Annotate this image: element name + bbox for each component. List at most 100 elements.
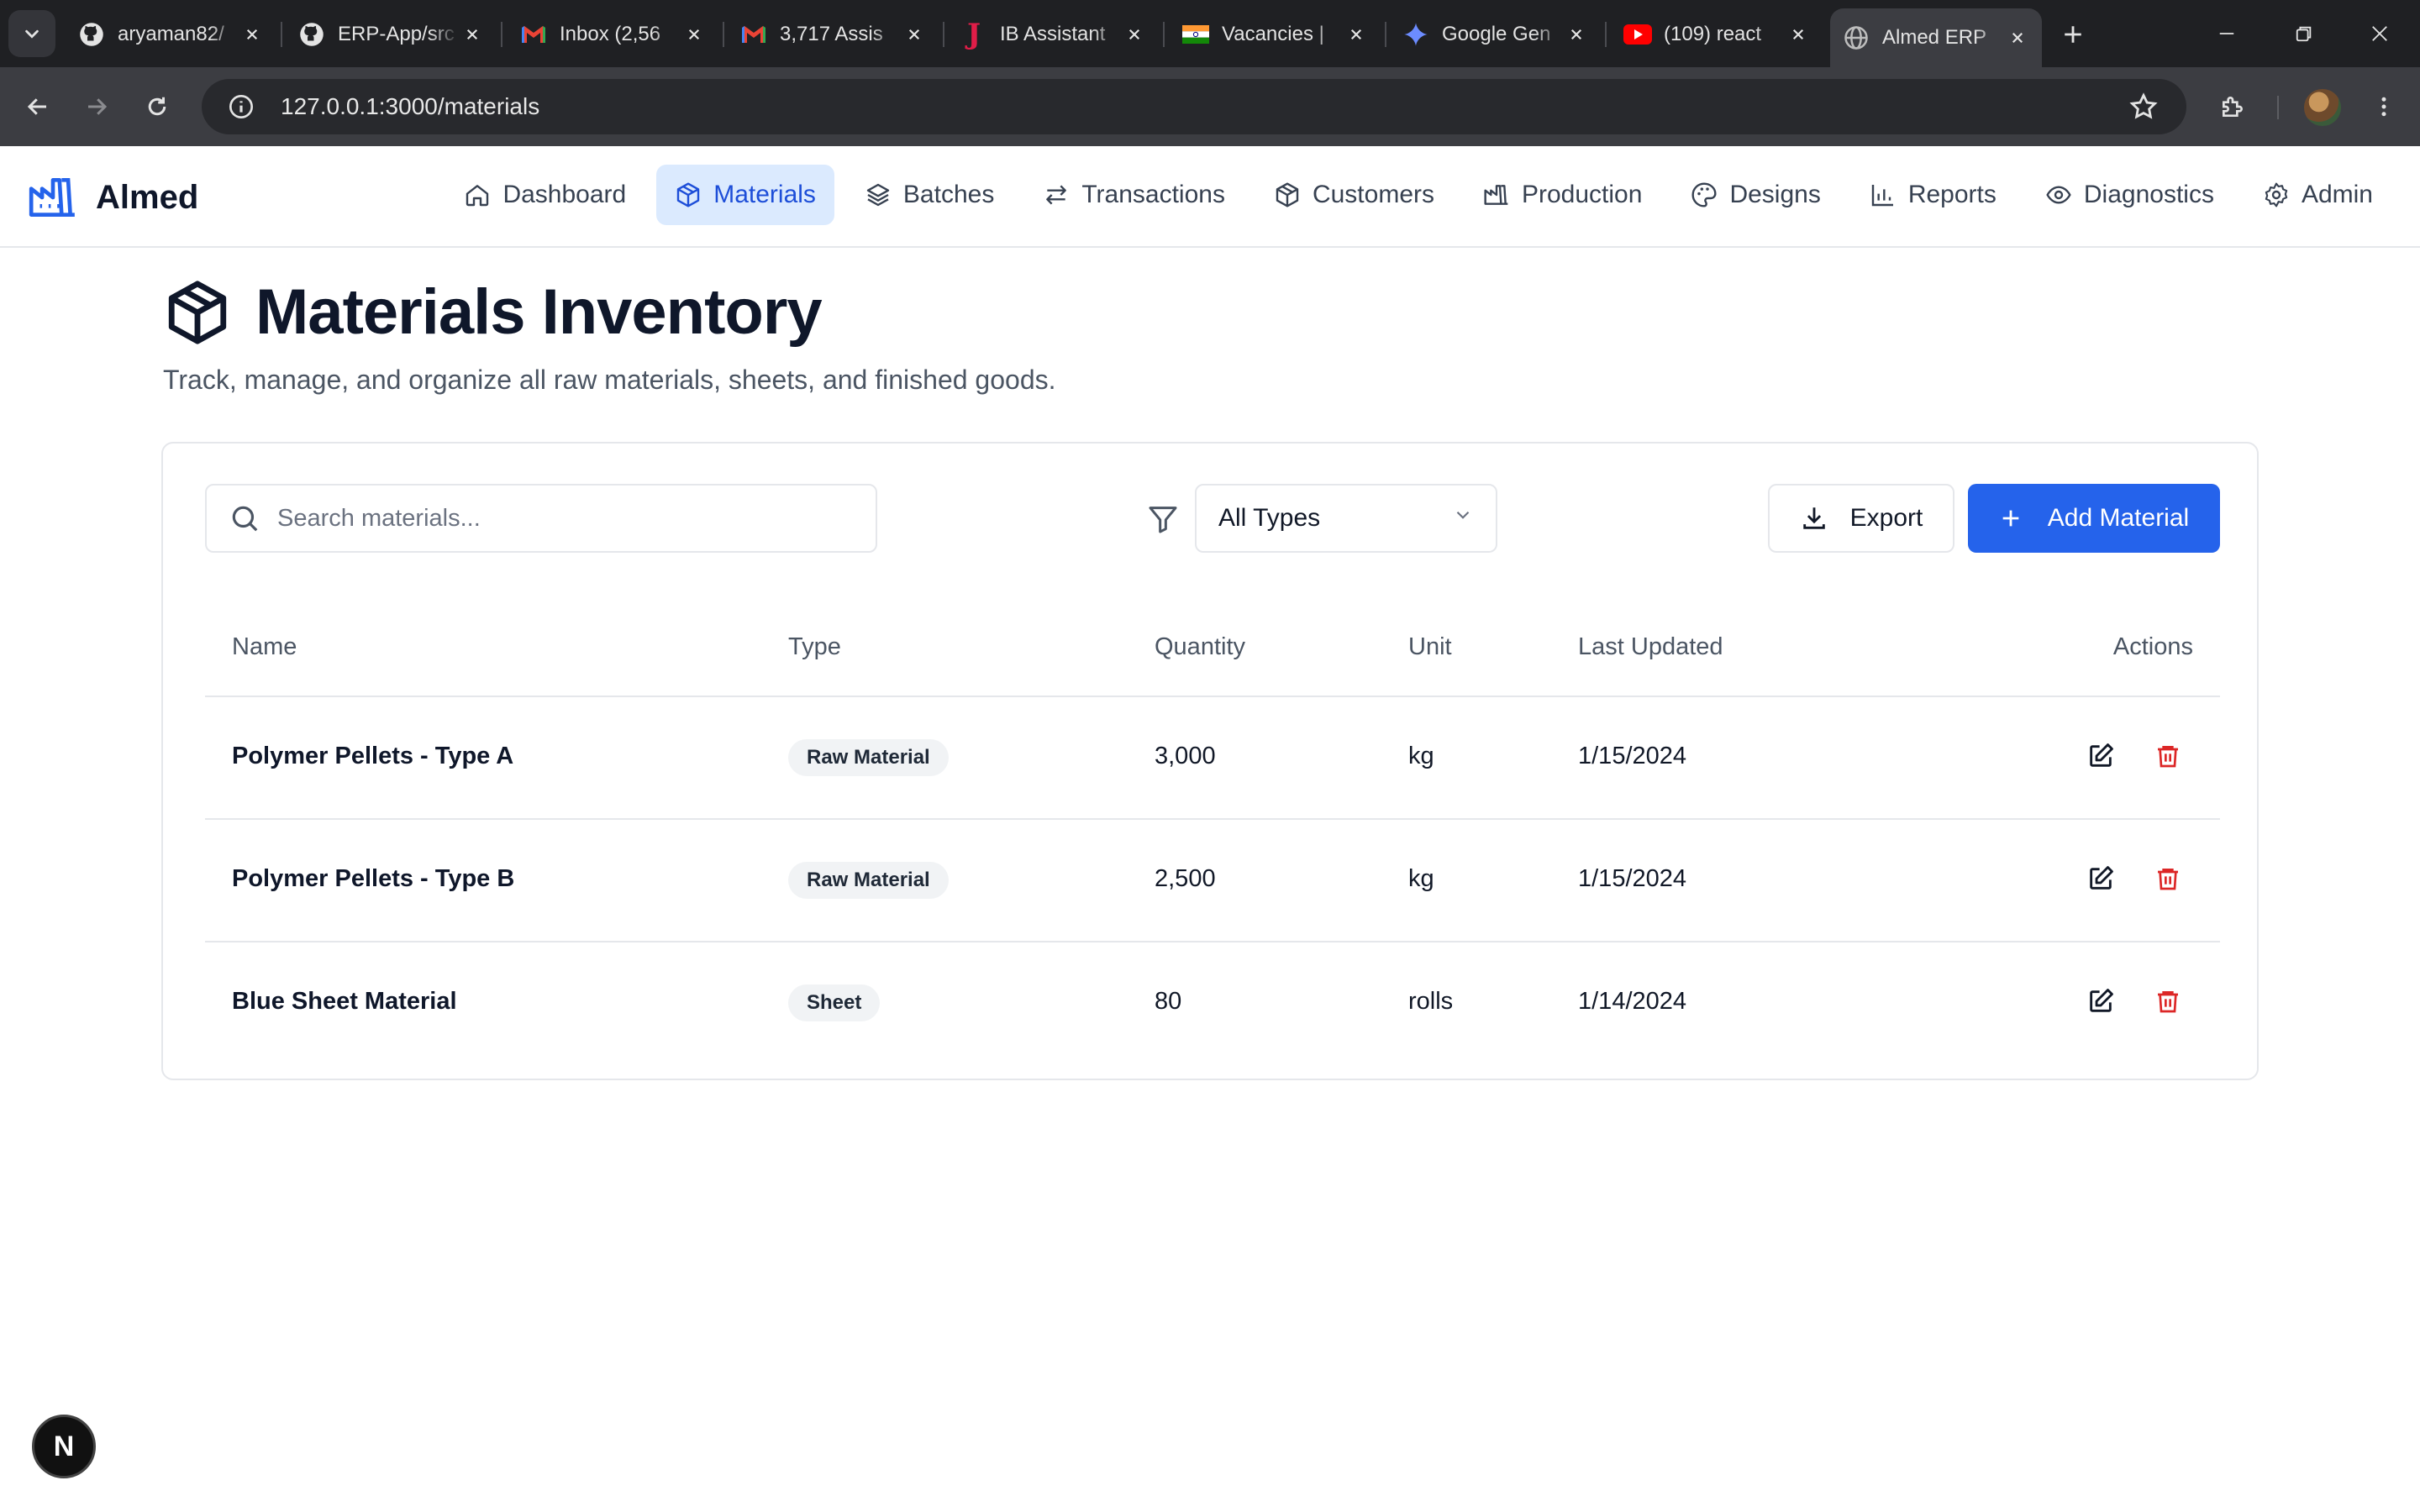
close-tab-icon[interactable]	[1786, 21, 1810, 48]
chevron-down-icon	[1452, 504, 1474, 533]
material-name: Polymer Pellets - Type A	[232, 743, 514, 769]
trash-icon[interactable]	[2151, 739, 2185, 773]
dev-tools-badge[interactable]: N	[32, 1415, 96, 1478]
gear-icon	[2265, 182, 2288, 207]
header-last-updated: Last Updated	[1578, 633, 1723, 660]
puzzle-icon	[2223, 97, 2243, 117]
close-tab-icon[interactable]	[1564, 21, 1588, 48]
download-icon	[1802, 507, 1825, 529]
browser-tab-5[interactable]: J IB Assistant	[948, 8, 1158, 60]
type-filter-select[interactable]: All Types	[1195, 484, 1497, 553]
close-tab-icon[interactable]	[2006, 24, 2030, 51]
plus-icon	[2065, 26, 2081, 43]
new-tab-button[interactable]	[2054, 15, 2092, 54]
search-box[interactable]	[205, 484, 877, 553]
forward-button[interactable]	[76, 86, 118, 128]
nav-production[interactable]: Production	[1465, 165, 1660, 225]
eye-icon	[2046, 186, 2071, 204]
tab-search-button[interactable]	[8, 10, 55, 57]
extensions-button[interactable]	[2212, 86, 2254, 128]
address-bar[interactable]: 127.0.0.1:3000/materials	[202, 79, 2186, 134]
tab-divider	[1605, 22, 1607, 47]
url-text: 127.0.0.1:3000/materials	[281, 93, 540, 119]
browser-tab-3[interactable]: Inbox (2,56	[508, 8, 718, 60]
bar-chart-icon	[1871, 185, 1893, 207]
nav-batches[interactable]: Batches	[846, 165, 1013, 225]
export-button[interactable]: Export	[1768, 484, 1954, 553]
material-last-updated: 1/15/2024	[1578, 865, 1687, 892]
nav-label: Dashboard	[502, 181, 627, 208]
header-unit: Unit	[1408, 633, 1452, 660]
material-name: Polymer Pellets - Type B	[232, 865, 515, 892]
tab-title: aryaman82/	[118, 23, 224, 45]
materials-card: All Types Export Add Material Name Type …	[161, 442, 2259, 1080]
tab-title: Almed ERP	[1882, 26, 1987, 49]
close-tab-icon[interactable]	[902, 21, 926, 48]
nav-reports[interactable]: Reports	[1851, 165, 2015, 225]
package-icon	[1276, 182, 1299, 207]
browser-tab-7[interactable]: Google Gen	[1390, 8, 1600, 60]
bookmark-star-icon[interactable]	[2129, 92, 2158, 125]
header-name: Name	[232, 633, 297, 660]
factory-logo-icon	[29, 178, 75, 217]
edit-icon[interactable]	[2084, 739, 2118, 773]
restore-button[interactable]	[2279, 13, 2329, 54]
type-badge: Raw Material	[788, 739, 949, 776]
main-nav: Dashboard Materials Batches Transactions…	[445, 165, 2391, 225]
site-info-icon[interactable]	[212, 93, 271, 120]
nav-designs[interactable]: Designs	[1672, 165, 1839, 225]
globe-icon	[1842, 24, 1870, 52]
nav-transactions[interactable]: Transactions	[1024, 165, 1244, 225]
browser-tab-2[interactable]: ERP-App/src	[286, 8, 496, 60]
edit-icon[interactable]	[2084, 862, 2118, 895]
arrow-left-icon	[27, 98, 46, 115]
github-icon	[297, 20, 326, 49]
close-window-button[interactable]	[2354, 13, 2405, 54]
tab-title: Vacancies |	[1222, 23, 1324, 45]
restore-icon	[2296, 26, 2312, 42]
close-tab-icon[interactable]	[681, 21, 706, 48]
tab-title: Google Gen	[1442, 23, 1551, 45]
nav-dashboard[interactable]: Dashboard	[445, 165, 644, 225]
material-unit: kg	[1408, 865, 1434, 892]
youtube-icon	[1623, 20, 1652, 49]
plus-icon	[2002, 510, 2019, 527]
layers-icon	[866, 183, 890, 207]
app-header: Almed Dashboard Materials Batches Transa…	[0, 146, 2420, 248]
github-icon	[77, 20, 106, 49]
edit-icon[interactable]	[2084, 984, 2118, 1018]
profile-avatar[interactable]	[2304, 89, 2341, 126]
browser-tab-6[interactable]: Vacancies |	[1170, 8, 1380, 60]
material-unit: rolls	[1408, 988, 1454, 1015]
nav-diagnostics[interactable]: Diagnostics	[2027, 165, 2233, 225]
minimize-button[interactable]	[2202, 13, 2252, 54]
browser-tab-1[interactable]: aryaman82/	[66, 8, 276, 60]
browser-tab-active[interactable]: Almed ERP	[1830, 8, 2042, 67]
back-button[interactable]	[17, 86, 59, 128]
nav-materials[interactable]: Materials	[656, 165, 834, 225]
browser-tab-4[interactable]: 3,717 Assis	[728, 8, 938, 60]
browser-toolbar: 127.0.0.1:3000/materials	[0, 67, 2420, 146]
add-material-label: Add Material	[2047, 504, 2190, 532]
tab-title: (109) react	[1664, 23, 1762, 45]
type-filter-value: All Types	[1218, 504, 1321, 532]
trash-icon[interactable]	[2151, 984, 2185, 1018]
reload-button[interactable]	[136, 86, 178, 128]
browser-menu-button[interactable]	[2363, 86, 2405, 128]
close-tab-icon[interactable]	[460, 21, 484, 48]
browser-tab-8[interactable]: (109) react	[1612, 8, 1822, 60]
table-header: Name Type Quantity Unit Last Updated Act…	[205, 596, 2220, 697]
close-tab-icon[interactable]	[1344, 21, 1368, 48]
material-quantity: 80	[1155, 988, 1182, 1015]
type-badge: Raw Material	[788, 862, 949, 899]
search-input[interactable]	[277, 504, 849, 533]
close-tab-icon[interactable]	[1122, 21, 1146, 48]
brand-logo-link[interactable]: Almed	[27, 171, 198, 223]
close-tab-icon[interactable]	[239, 21, 264, 48]
nav-customers[interactable]: Customers	[1255, 165, 1453, 225]
nav-admin[interactable]: Admin	[2244, 165, 2391, 225]
brand-name: Almed	[96, 178, 199, 216]
table-row: Polymer Pellets - Type A Raw Material 3,…	[205, 697, 2220, 820]
add-material-button[interactable]: Add Material	[1968, 484, 2220, 553]
trash-icon[interactable]	[2151, 862, 2185, 895]
